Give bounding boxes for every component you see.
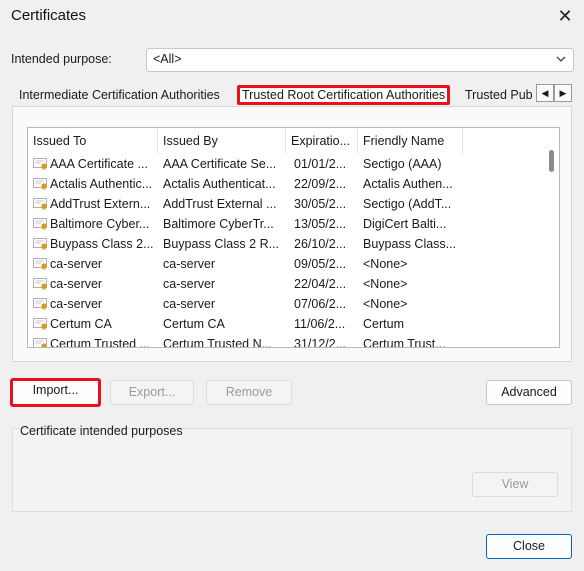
table-row[interactable]: ca-server ca-server 22/04/2... <None> <box>28 274 543 294</box>
cell-friendly-name: Sectigo (AddT... <box>363 197 452 211</box>
cell-issued-to: ca-server <box>50 297 103 311</box>
cell-issued-to: Buypass Class 2... <box>50 237 154 251</box>
table-row[interactable]: Certum CA Certum CA 11/06/2... Certum <box>28 314 543 334</box>
cell-friendly-name: Sectigo (AAA) <box>363 157 442 171</box>
table-row[interactable]: ca-server ca-server 09/05/2... <None> <box>28 254 543 274</box>
cell-issued-by: ca-server <box>163 257 216 271</box>
import-button[interactable]: Import... <box>10 378 101 407</box>
certificate-icon <box>33 318 47 330</box>
cell-expiration: 26/10/2... <box>294 237 347 251</box>
cell-issued-by: AddTrust External ... <box>163 197 277 211</box>
certificate-icon <box>33 298 47 310</box>
cell-expiration: 13/05/2... <box>294 217 347 231</box>
advanced-button[interactable]: Advanced <box>486 380 572 405</box>
table-row[interactable]: Certum Trusted ... Certum Trusted N... 31/… <box>28 334 543 348</box>
export-button[interactable]: Export... <box>110 380 194 405</box>
certificate-intended-purposes-label: Certificate intended purposes <box>20 424 183 438</box>
intended-purpose-value: <All> <box>153 52 182 66</box>
tab-trusted-publishers-clip: Trusted Publishers <box>462 85 532 105</box>
cell-issued-to: ca-server <box>50 277 103 291</box>
cell-issued-by: AAA Certificate Se... <box>163 157 277 171</box>
table-row[interactable]: AddTrust Extern... AddTrust External ... 3… <box>28 194 543 214</box>
intended-purpose-label: Intended purpose: <box>11 52 112 66</box>
certificate-intended-purposes-group <box>12 428 572 512</box>
cell-issued-to: Certum CA <box>50 317 112 331</box>
list-header: Issued To Issued By Expiratio... Friendl… <box>28 128 559 154</box>
title-bar: Certificates ✕ <box>0 0 584 34</box>
cell-expiration: 01/01/2... <box>294 157 347 171</box>
cell-issued-by: Certum CA <box>163 317 225 331</box>
cell-friendly-name: <None> <box>363 257 408 271</box>
cell-issued-to: Certum Trusted ... <box>50 337 151 348</box>
cell-friendly-name: <None> <box>363 297 408 311</box>
cell-expiration: 09/05/2... <box>294 257 347 271</box>
table-row[interactable]: Baltimore Cyber... Baltimore CyberTr... 13… <box>28 214 543 234</box>
cell-expiration: 31/12/2... <box>294 337 347 348</box>
cell-issued-to: AAA Certificate ... <box>50 157 148 171</box>
cell-issued-to: ca-server <box>50 257 103 271</box>
cell-issued-by: Actalis Authenticat... <box>163 177 276 191</box>
certificate-icon <box>33 338 47 347</box>
scrollbar-thumb[interactable] <box>549 150 554 172</box>
chevron-down-icon <box>556 56 566 62</box>
window-title: Certificates <box>11 7 87 24</box>
cell-friendly-name: DigiCert Balti... <box>363 217 447 231</box>
cell-issued-by: ca-server <box>163 277 216 291</box>
table-row[interactable]: Buypass Class 2... Buypass Class 2 R... 26… <box>28 234 543 254</box>
cell-issued-by: Certum Trusted N... <box>163 337 273 348</box>
tab-trusted-publishers[interactable]: Trusted Publishers <box>462 85 532 105</box>
column-header-issued-to[interactable]: Issued To <box>28 128 158 154</box>
cell-expiration: 22/09/2... <box>294 177 347 191</box>
tab-scroll-left-button[interactable]: ◀ <box>536 84 554 102</box>
close-button[interactable]: Close <box>486 534 572 559</box>
cell-friendly-name: Certum Trust... <box>363 337 446 348</box>
cell-expiration: 07/06/2... <box>294 297 347 311</box>
column-header-issued-by[interactable]: Issued By <box>158 128 286 154</box>
cell-expiration: 22/04/2... <box>294 277 347 291</box>
cell-issued-to: AddTrust Extern... <box>50 197 151 211</box>
tab-trusted-root-ca[interactable]: Trusted Root Certification Authorities <box>237 85 451 105</box>
arrow-left-icon: ◀ <box>541 88 549 98</box>
cell-expiration: 11/06/2... <box>294 317 346 331</box>
cell-issued-by: Baltimore CyberTr... <box>163 217 274 231</box>
cell-friendly-name: Buypass Class... <box>363 237 457 251</box>
certificate-icon <box>33 198 47 210</box>
cell-expiration: 30/05/2... <box>294 197 347 211</box>
list-scrollbar[interactable] <box>544 128 559 347</box>
column-header-expiration[interactable]: Expiratio... <box>286 128 358 154</box>
arrow-right-icon: ▶ <box>559 88 567 98</box>
certificate-icon <box>33 278 47 290</box>
table-row[interactable]: AAA Certificate ... AAA Certificate Se...… <box>28 154 543 174</box>
view-button[interactable]: View <box>472 472 558 497</box>
certificate-icon <box>33 158 47 170</box>
cell-friendly-name: Actalis Authen... <box>363 177 453 191</box>
remove-button[interactable]: Remove <box>206 380 292 405</box>
tab-intermediate-ca[interactable]: Intermediate Certification Authorities <box>16 85 223 105</box>
certificate-list[interactable]: Issued To Issued By Expiratio... Friendl… <box>27 127 560 348</box>
cell-friendly-name: <None> <box>363 277 408 291</box>
certificate-icon <box>33 258 47 270</box>
table-row[interactable]: ca-server ca-server 07/06/2... <None> <box>28 294 543 314</box>
cell-issued-by: ca-server <box>163 297 216 311</box>
certificate-icon <box>33 178 47 190</box>
cell-issued-by: Buypass Class 2 R... <box>163 237 280 251</box>
cell-issued-to: Baltimore Cyber... <box>50 217 150 231</box>
tab-scroll-right-button[interactable]: ▶ <box>554 84 572 102</box>
cell-issued-to: Actalis Authentic... <box>50 177 153 191</box>
table-row[interactable]: Actalis Authentic... Actalis Authenticat.… <box>28 174 543 194</box>
cell-friendly-name: Certum <box>363 317 404 331</box>
certificate-icon <box>33 218 47 230</box>
close-window-icon[interactable]: ✕ <box>553 4 577 28</box>
certificate-icon <box>33 238 47 250</box>
column-header-friendly-name[interactable]: Friendly Name <box>358 128 463 154</box>
intended-purpose-select[interactable]: <All> <box>146 48 574 72</box>
